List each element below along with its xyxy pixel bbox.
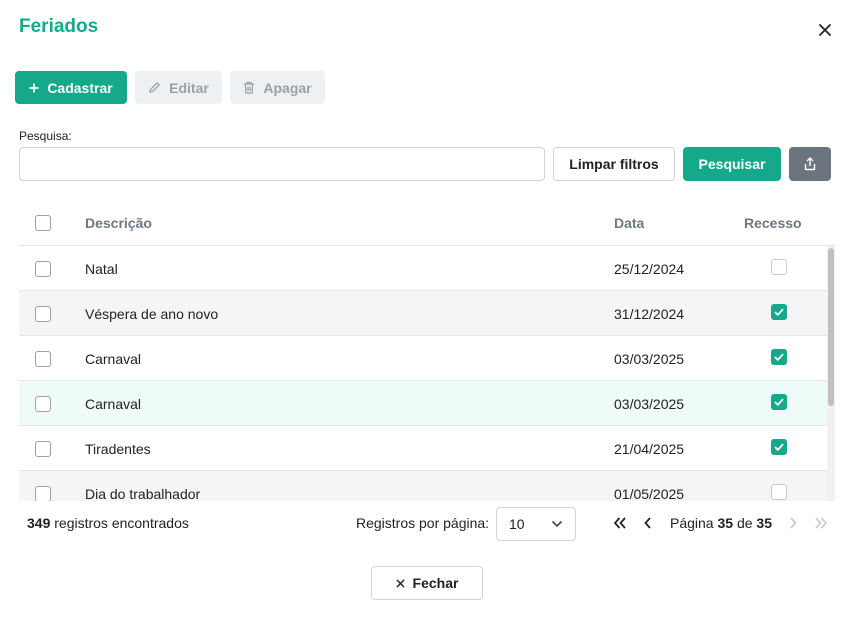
- page-indicator: Página 35 de 35: [670, 515, 772, 531]
- column-description[interactable]: Descrição: [85, 215, 152, 231]
- recess-checkbox[interactable]: [771, 394, 787, 410]
- row-select-checkbox[interactable]: [35, 306, 51, 322]
- table-body: Natal 25/12/2024 Véspera de ano novo 31/12/…: [19, 246, 835, 501]
- page-of: de: [733, 515, 757, 531]
- row-select-checkbox[interactable]: [35, 396, 51, 412]
- search-input[interactable]: [19, 147, 545, 181]
- cell-date: 31/12/2024: [614, 306, 685, 322]
- cell-description: Tiradentes: [85, 441, 151, 457]
- trash-icon: [244, 81, 255, 94]
- edit-button[interactable]: Editar: [135, 71, 222, 104]
- first-page-icon[interactable]: [611, 514, 629, 532]
- delete-button-label: Apagar: [263, 79, 312, 96]
- previous-page-icon[interactable]: [639, 514, 657, 532]
- table-row[interactable]: Natal 25/12/2024: [19, 246, 827, 291]
- cell-date: 01/05/2025: [614, 486, 685, 501]
- row-select-checkbox[interactable]: [35, 441, 51, 457]
- select-all-checkbox[interactable]: [35, 215, 51, 231]
- share-icon: [804, 157, 816, 171]
- dialog-title: Feriados: [19, 16, 99, 37]
- recess-checkbox[interactable]: [771, 259, 787, 275]
- recess-checkbox[interactable]: [771, 349, 787, 365]
- row-select-checkbox[interactable]: [35, 486, 51, 501]
- clear-filters-label: Limpar filtros: [569, 156, 659, 172]
- export-button[interactable]: [789, 147, 831, 181]
- recess-checkbox[interactable]: [771, 439, 787, 455]
- records-count: 349 registros encontrados: [27, 515, 189, 531]
- holidays-dialog: Feriados Cadastrar Editar Apagar Pesquis…: [0, 0, 853, 619]
- row-select-checkbox[interactable]: [35, 351, 51, 367]
- cell-date: 03/03/2025: [614, 396, 685, 412]
- column-recess[interactable]: Recesso: [744, 215, 802, 231]
- close-button-label: Fechar: [412, 575, 459, 591]
- records-count-number: 349: [27, 515, 51, 531]
- chevron-down-icon: [551, 520, 563, 528]
- table-row[interactable]: Carnaval 03/03/2025: [19, 336, 827, 381]
- cell-date: 03/03/2025: [614, 351, 685, 367]
- next-page-icon[interactable]: [784, 514, 802, 532]
- search-label: Pesquisa:: [19, 129, 72, 143]
- delete-button[interactable]: Apagar: [230, 71, 325, 104]
- cell-description: Véspera de ano novo: [85, 306, 219, 322]
- search-button-label: Pesquisar: [698, 156, 766, 172]
- edit-button-label: Editar: [169, 79, 209, 96]
- cell-description: Dia do trabalhador: [85, 486, 201, 501]
- add-button-label: Cadastrar: [47, 79, 113, 96]
- table-header: Descrição Data Recesso: [19, 200, 835, 246]
- search-button[interactable]: Pesquisar: [683, 147, 781, 181]
- scrollbar-thumb[interactable]: [828, 248, 834, 406]
- plus-icon: [29, 83, 39, 92]
- last-page-icon[interactable]: [812, 514, 830, 532]
- table-row[interactable]: Tiradentes 21/04/2025: [19, 426, 827, 471]
- add-button[interactable]: Cadastrar: [15, 71, 127, 104]
- pencil-icon: [149, 82, 160, 93]
- column-date[interactable]: Data: [614, 215, 644, 231]
- cell-date: 25/12/2024: [614, 261, 685, 277]
- per-page-select[interactable]: 10: [496, 507, 576, 541]
- table-row[interactable]: Véspera de ano novo 31/12/2024: [19, 291, 827, 336]
- close-icon[interactable]: [815, 20, 835, 40]
- cell-description: Carnaval: [85, 396, 142, 412]
- table-row[interactable]: Dia do trabalhador 01/05/2025: [19, 471, 827, 501]
- cell-date: 21/04/2025: [614, 441, 685, 457]
- close-icon: [395, 578, 405, 588]
- clear-filters-button[interactable]: Limpar filtros: [553, 147, 675, 181]
- per-page-label: Registros por página:: [356, 515, 490, 531]
- close-button[interactable]: Fechar: [371, 566, 483, 600]
- recess-checkbox[interactable]: [771, 304, 787, 320]
- per-page-value: 10: [509, 516, 525, 532]
- page-total: 35: [756, 515, 772, 531]
- cell-description: Natal: [85, 261, 118, 277]
- page-prefix: Página: [670, 515, 718, 531]
- cell-description: Carnaval: [85, 351, 142, 367]
- page-current: 35: [717, 515, 734, 531]
- row-select-checkbox[interactable]: [35, 261, 51, 277]
- records-count-suffix: registros encontrados: [50, 515, 189, 531]
- table-row[interactable]: Carnaval 03/03/2025: [19, 381, 827, 426]
- recess-checkbox[interactable]: [771, 484, 787, 500]
